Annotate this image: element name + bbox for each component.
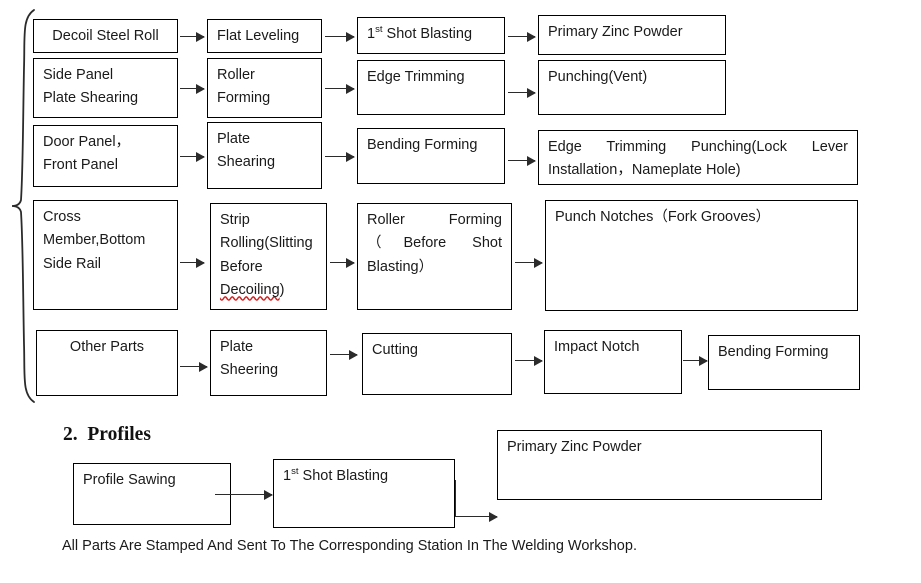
node-label: Decoil Steel Roll xyxy=(52,28,159,44)
node-label: Other Parts xyxy=(69,339,145,355)
node-label: Punching(Vent) xyxy=(548,69,648,85)
node-label: Door Panel， Front Panel xyxy=(43,134,131,174)
footnote-text: All Parts Are Stamped And Sent To The Co… xyxy=(62,538,637,554)
node-label: Punch Notches（Fork Grooves） xyxy=(555,209,771,225)
node-label: Roller Forming xyxy=(217,67,271,107)
node-label: Primary Zinc Powder xyxy=(548,24,683,40)
node-punch-notches-fork-grooves[interactable]: Punch Notches（Fork Grooves） xyxy=(545,200,858,311)
arrow-side-panel-to-roller-forming xyxy=(180,84,205,95)
arrow-plate-sheering-to-cutting xyxy=(330,350,358,361)
arrow-shot-blasting-to-zinc-powder xyxy=(508,32,536,43)
node-door-panel-front-panel[interactable]: Door Panel， Front Panel xyxy=(33,125,178,187)
arrow-edge-trimming-to-punching-vent xyxy=(508,88,536,99)
node-label: Strip Rolling(Slitting Before Decoiling) xyxy=(220,212,317,299)
node-flat-leveling[interactable]: Flat Leveling xyxy=(207,19,322,53)
flowchart-canvas: Decoil Steel Roll Flat Leveling 1st Shot… xyxy=(0,0,921,583)
arrow-other-parts-to-plate-sheering xyxy=(180,362,208,373)
node-punching-vent[interactable]: Punching(Vent) xyxy=(538,60,726,115)
node-bending-forming-2[interactable]: Bending Forming xyxy=(708,335,860,390)
node-label: Primary Zinc Powder xyxy=(507,439,642,455)
node-plate-sheering[interactable]: Plate Sheering xyxy=(210,330,327,396)
node-label: Impact Notch xyxy=(554,339,640,355)
node-label: Plate Sheering xyxy=(220,339,279,379)
node-edge-trimming[interactable]: Edge Trimming xyxy=(357,60,505,115)
ordinal-suffix: st xyxy=(375,24,383,36)
arrow-decoil-to-flat-leveling xyxy=(180,32,205,43)
node-label: Bending Forming xyxy=(367,137,478,153)
arrow-strip-rolling-to-roller-forming-pre-blast xyxy=(330,258,355,269)
node-side-panel-plate-shearing[interactable]: Side Panel Plate Shearing xyxy=(33,58,178,118)
node-label: Bending Forming xyxy=(718,344,829,360)
node-label: 1st Shot Blasting xyxy=(283,466,389,484)
node-label: 1st Shot Blasting xyxy=(367,24,473,42)
arrow-bending-forming-to-edge-trim-punch xyxy=(508,156,536,167)
node-label: Profile Sawing xyxy=(83,472,176,488)
arrow-cross-member-to-strip-rolling xyxy=(180,258,205,269)
node-roller-forming[interactable]: Roller Forming xyxy=(207,58,322,118)
node-label: Edge Trimming xyxy=(367,69,465,85)
node-label: Cutting xyxy=(372,342,418,358)
node-decoil-steel-roll[interactable]: Decoil Steel Roll xyxy=(33,19,178,53)
node-label: Edge Trimming Punching(Lock Lever Instal… xyxy=(548,139,853,179)
node-plate-shearing[interactable]: Plate Shearing xyxy=(207,122,322,189)
arrow-profile-sawing-to-shot-blasting xyxy=(215,490,273,501)
node-impact-notch[interactable]: Impact Notch xyxy=(544,330,682,394)
node-label: Flat Leveling xyxy=(217,28,300,44)
connector-vertical-shot-blasting-to-zinc xyxy=(455,480,456,516)
node-first-shot-blasting[interactable]: 1st Shot Blasting xyxy=(357,17,505,54)
node-strip-rolling-slitting[interactable]: Strip Rolling(Slitting Before Decoiling) xyxy=(210,203,327,310)
arrow-flat-leveling-to-shot-blasting xyxy=(325,32,355,43)
arrow-impact-notch-to-bending-forming xyxy=(683,356,708,367)
node-edge-trimming-punching-lock-lever[interactable]: Edge Trimming Punching(Lock Lever Instal… xyxy=(538,130,858,185)
spellcheck-underline: Decoiling xyxy=(220,282,280,299)
node-cutting[interactable]: Cutting xyxy=(362,333,512,395)
node-label: Plate Shearing xyxy=(217,131,276,171)
node-other-parts[interactable]: Other Parts xyxy=(36,330,178,396)
node-label: Cross Member,Bottom Side Rail xyxy=(43,209,146,272)
node-label: Side Panel Plate Shearing xyxy=(43,67,139,107)
node-bending-forming[interactable]: Bending Forming xyxy=(357,128,505,184)
node-roller-forming-before-shot-blasting[interactable]: Roller Forming（Before Shot Blasting） xyxy=(357,203,512,310)
arrow-door-panel-to-plate-shearing xyxy=(180,152,205,163)
node-primary-zinc-powder[interactable]: Primary Zinc Powder xyxy=(538,15,726,55)
node-cross-member-bottom-side-rail[interactable]: Cross Member,Bottom Side Rail xyxy=(33,200,178,310)
ordinal-suffix: st xyxy=(291,466,299,478)
arrow-roller-forming-to-edge-trimming xyxy=(325,84,355,95)
arrow-roller-forming-to-punch-notches xyxy=(515,258,543,269)
arrow-cutting-to-impact-notch xyxy=(515,356,543,367)
node-profile-sawing[interactable]: Profile Sawing xyxy=(73,463,231,525)
arrow-shot-blasting-to-zinc-powder-profiles xyxy=(455,512,498,523)
node-first-shot-blasting-profiles[interactable]: 1st Shot Blasting xyxy=(273,459,455,528)
section-heading-profiles: 2. Profiles xyxy=(63,424,151,445)
node-primary-zinc-powder-profiles[interactable]: Primary Zinc Powder xyxy=(497,430,822,500)
arrow-plate-shearing-to-bending-forming xyxy=(325,152,355,163)
node-label: Roller Forming（Before Shot Blasting） xyxy=(367,212,507,275)
